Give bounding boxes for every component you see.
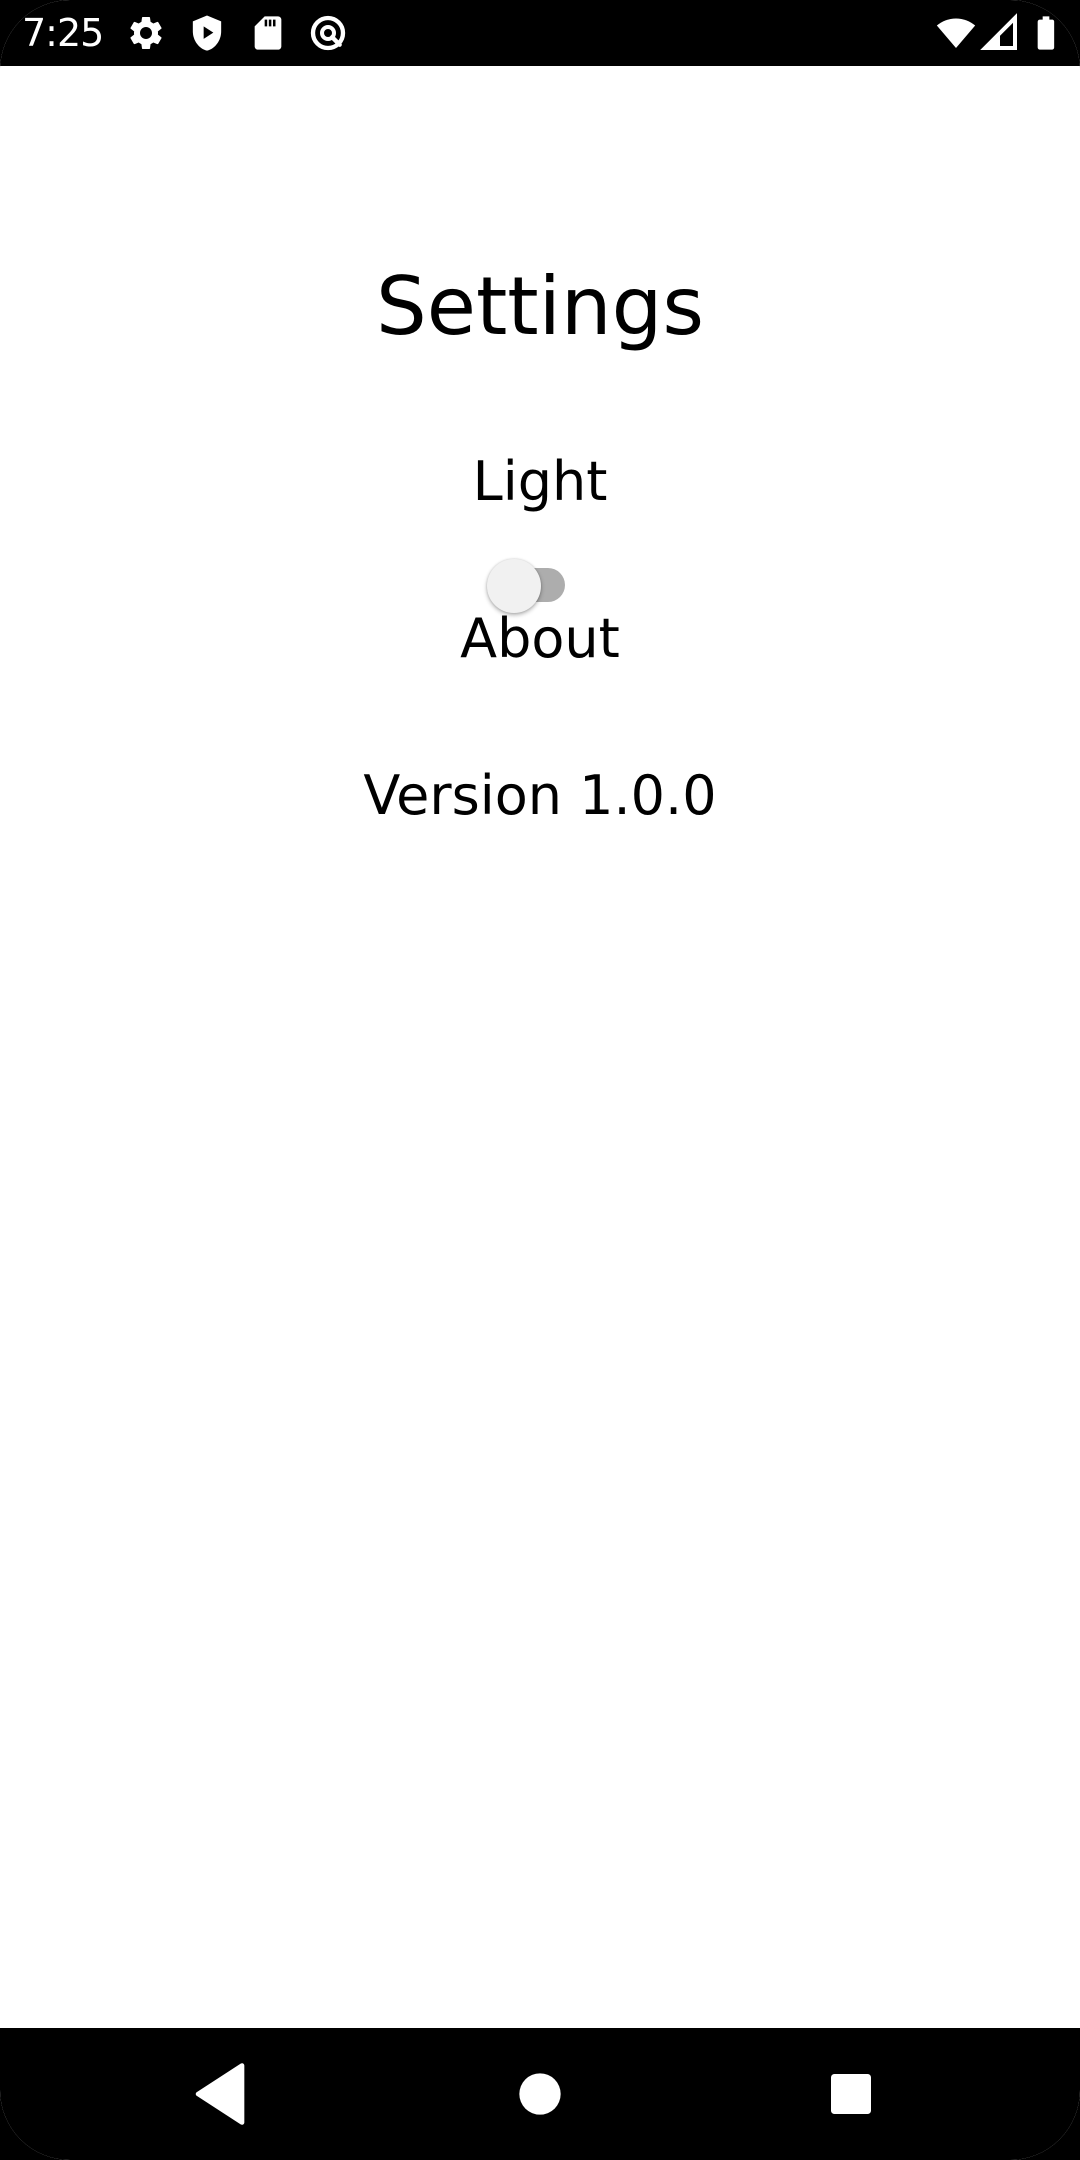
home-button[interactable] [500,2054,580,2134]
settings-content: Settings Light About Version 1.0.0 [0,66,1080,2028]
gear-icon [126,13,166,53]
app-screen: 7:25 Settings Light About Version 1.0.0 [0,0,1080,2160]
wifi-icon [936,13,976,53]
shield-play-icon [187,13,227,53]
home-icon [500,2054,580,2134]
battery-icon [1026,13,1066,53]
status-bar: 7:25 [0,0,1080,66]
navigation-bar [0,2028,1080,2160]
switch-thumb [487,559,541,613]
recents-button[interactable] [811,2054,891,2134]
at-sign-icon [308,13,348,53]
back-button[interactable] [186,2054,266,2134]
about-label: About [460,607,620,670]
theme-toggle-switch[interactable] [485,552,577,613]
page-title: Settings [375,260,705,353]
version-text: Version 1.0.0 [363,764,717,827]
theme-label: Light [472,450,608,513]
status-time: 7:25 [22,11,104,55]
recents-icon [811,2054,891,2134]
back-icon [186,2054,266,2134]
cellular-signal-icon [980,13,1020,53]
sd-card-icon [248,13,288,53]
